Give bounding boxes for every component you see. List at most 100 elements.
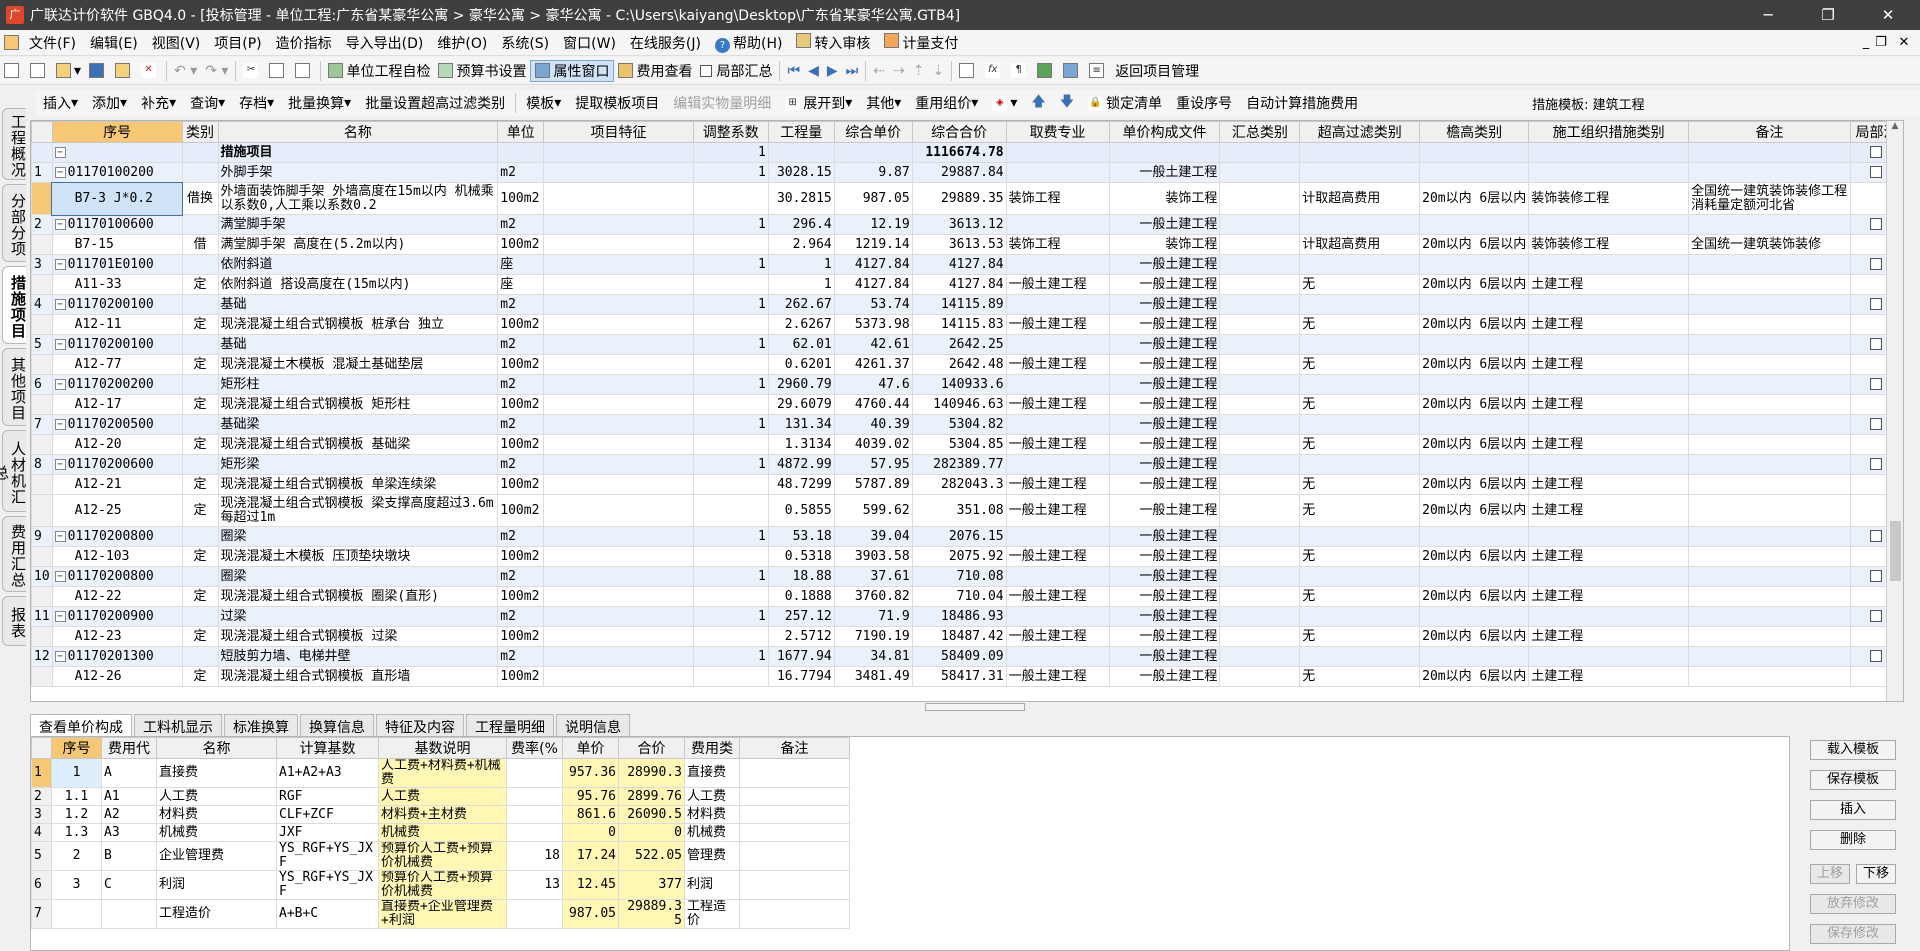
total-cell[interactable]: 29889.35 bbox=[618, 899, 685, 929]
back-project-button[interactable]: 返回项目管理 bbox=[1111, 60, 1203, 82]
supplement-button[interactable]: 补充 ▾ bbox=[134, 92, 183, 114]
total-cell[interactable]: 0 bbox=[618, 823, 685, 842]
menu-cost-index[interactable]: 造价指标 bbox=[269, 33, 339, 53]
unit-price-cell[interactable]: 17.24 bbox=[562, 841, 619, 871]
feature-cell[interactable] bbox=[543, 294, 694, 315]
eh-cell[interactable] bbox=[1419, 254, 1530, 275]
save-all-button[interactable] bbox=[111, 60, 137, 82]
feature-cell[interactable] bbox=[543, 434, 694, 455]
file-cell[interactable]: 一般土建工程 bbox=[1108, 606, 1221, 627]
qty-cell[interactable]: 257.12 bbox=[767, 606, 835, 627]
col-header-name[interactable]: 名称 bbox=[217, 121, 499, 143]
name-cell[interactable]: 现浇混凝土组合式钢模板 直形墙 bbox=[217, 666, 499, 687]
tab-other-items[interactable]: 其他项目 bbox=[2, 348, 27, 426]
base-desc-cell[interactable]: 材料费+主材费 bbox=[378, 805, 507, 824]
eh-cell[interactable] bbox=[1419, 142, 1530, 163]
org-cell[interactable] bbox=[1528, 214, 1690, 235]
col-header-qty[interactable]: 工程量 bbox=[767, 121, 835, 143]
category-cell[interactable] bbox=[181, 606, 219, 627]
fee-code-cell[interactable]: B bbox=[101, 841, 157, 871]
code-cell[interactable]: A12-22 bbox=[51, 586, 183, 607]
calc-base-cell[interactable]: A+B+C bbox=[276, 899, 379, 929]
category-cell[interactable] bbox=[181, 454, 219, 475]
paste-button[interactable] bbox=[291, 60, 317, 82]
collapse-icon[interactable]: − bbox=[54, 418, 66, 430]
code-cell[interactable]: A12-11 bbox=[51, 314, 183, 335]
unit-price-cell[interactable]: 0 bbox=[562, 823, 619, 842]
qty-cell[interactable]: 1.3134 bbox=[767, 434, 835, 455]
fee-cell[interactable]: 装饰工程 bbox=[1005, 182, 1110, 215]
file-cell[interactable]: 一般土建工程 bbox=[1108, 646, 1221, 667]
note-cell[interactable]: 全国统一建筑装饰装修 bbox=[1688, 234, 1851, 255]
move-up-button[interactable]: ⇡ bbox=[909, 60, 929, 82]
measure-item-row[interactable]: 3−011701E0100 依附斜道座 1 1 4127.84 4127.84 一般土建工程 bbox=[31, 254, 1903, 275]
org-cell[interactable] bbox=[1528, 606, 1690, 627]
hf-cell[interactable] bbox=[1299, 374, 1421, 395]
coef-cell[interactable] bbox=[692, 274, 769, 295]
note-cell[interactable] bbox=[1688, 294, 1851, 315]
col-header-price-file[interactable]: 单价构成文件 bbox=[1108, 121, 1221, 143]
qty-cell[interactable]: 3028.15 bbox=[767, 162, 835, 183]
name-cell[interactable]: 现浇混凝土组合式钢模板 过梁 bbox=[217, 626, 499, 647]
price-cell[interactable]: 987.05 bbox=[833, 182, 913, 215]
measure-item-row[interactable]: 8−01170200600 矩形梁 m2 1 4872.99 57.95 282389.77… bbox=[31, 454, 1903, 475]
sumcat-cell[interactable] bbox=[1219, 234, 1301, 255]
eh-cell[interactable] bbox=[1419, 374, 1530, 395]
category-cell[interactable] bbox=[181, 294, 219, 315]
tab-labor-material-machine[interactable]: 工料机显示 bbox=[134, 714, 222, 736]
fee-code-cell[interactable] bbox=[101, 899, 157, 929]
file-cell[interactable] bbox=[1108, 142, 1221, 163]
unit-cell[interactable]: 100m2 bbox=[497, 394, 545, 415]
paragraph-button[interactable]: ¶ bbox=[1007, 60, 1033, 82]
unit-cell[interactable]: m2 bbox=[497, 566, 545, 587]
calc-base-cell[interactable]: YS_RGF+YS_JXF bbox=[276, 841, 379, 871]
file-cell[interactable]: 一般土建工程 bbox=[1108, 666, 1221, 687]
name-cell[interactable]: 外墙面装饰脚手架 外墙高度在15m以内 机械乘以系数0,人工乘以系数0.2 bbox=[217, 182, 499, 215]
note-cell[interactable] bbox=[1688, 394, 1851, 415]
code-cell[interactable]: −01170100600 bbox=[51, 214, 183, 235]
code-cell[interactable]: A12-25 bbox=[51, 494, 183, 527]
eh-cell[interactable] bbox=[1419, 162, 1530, 183]
qty-cell[interactable]: 29.6079 bbox=[767, 394, 835, 415]
code-cell[interactable]: −01170200500 bbox=[51, 414, 183, 435]
qty-cell[interactable]: 18.88 bbox=[767, 566, 835, 587]
col-header-org-measure[interactable]: 施工组织措施类别 bbox=[1528, 121, 1690, 143]
coef-cell[interactable] bbox=[692, 394, 769, 415]
category-cell[interactable] bbox=[181, 526, 219, 547]
total-cell[interactable]: 1116674.78 bbox=[911, 142, 1007, 163]
quota-sub-row[interactable]: A12-20 定现浇混凝土组合式钢模板 基础梁 100m2 1.3134 4039.02… bbox=[31, 434, 1903, 455]
price-cell[interactable]: 71.9 bbox=[833, 606, 913, 627]
col-header-unit[interactable]: 单位 bbox=[497, 121, 545, 143]
name-cell[interactable]: 满堂脚手架 高度在(5.2m以内) bbox=[217, 234, 499, 255]
auto-calc-button[interactable]: 自动计算措施费用 bbox=[1239, 92, 1365, 114]
note-cell[interactable] bbox=[1688, 526, 1851, 547]
partial-checkbox[interactable] bbox=[1870, 418, 1883, 430]
move-down-button[interactable]: ⇣ bbox=[928, 60, 948, 82]
file-cell[interactable]: 一般土建工程 bbox=[1108, 526, 1221, 547]
feature-cell[interactable] bbox=[543, 254, 694, 275]
quota-sub-row[interactable]: A12-17 定现浇混凝土组合式钢模板 矩形柱 100m2 29.6079 4760.4… bbox=[31, 394, 1903, 415]
tab-measures[interactable]: 措施项目 bbox=[2, 266, 27, 344]
note-cell[interactable] bbox=[1688, 454, 1851, 475]
org-cell[interactable]: 土建工程 bbox=[1528, 354, 1690, 375]
category-cell[interactable] bbox=[181, 414, 219, 435]
price-cell[interactable]: 39.04 bbox=[833, 526, 913, 547]
code-cell[interactable]: −01170200100 bbox=[51, 294, 183, 315]
measure-item-row[interactable]: 4−01170200100 基础 m2 1 262.67 53.74 14115.89 一般土… bbox=[31, 294, 1903, 315]
scroll-up-icon[interactable]: ▲ bbox=[1887, 121, 1903, 131]
file-cell[interactable]: 一般土建工程 bbox=[1108, 546, 1221, 567]
summary-row[interactable]: − 措施项目 1 1116674.78 bbox=[31, 142, 1903, 163]
coef-cell[interactable] bbox=[692, 314, 769, 335]
composition-row[interactable]: 6 3 C 利润 YS_RGF+YS_JXF 预算价人工费+预算价机械费 13 12.45 37… bbox=[31, 870, 850, 900]
rate-cell[interactable] bbox=[506, 787, 563, 806]
code-cell[interactable]: −01170100200 bbox=[51, 162, 183, 183]
code-cell[interactable]: −01170201300 bbox=[51, 646, 183, 667]
fee-cell[interactable] bbox=[1005, 646, 1110, 667]
tab-features[interactable]: 特征及内容 bbox=[376, 714, 464, 736]
fee-cell[interactable]: 一般土建工程 bbox=[1005, 434, 1110, 455]
rate-cell[interactable] bbox=[506, 805, 563, 824]
total-cell[interactable]: 3613.12 bbox=[911, 214, 1007, 235]
eh-cell[interactable]: 20m以内 6层以内 bbox=[1419, 394, 1530, 415]
coef-cell[interactable] bbox=[692, 586, 769, 607]
category-cell[interactable] bbox=[181, 646, 219, 667]
